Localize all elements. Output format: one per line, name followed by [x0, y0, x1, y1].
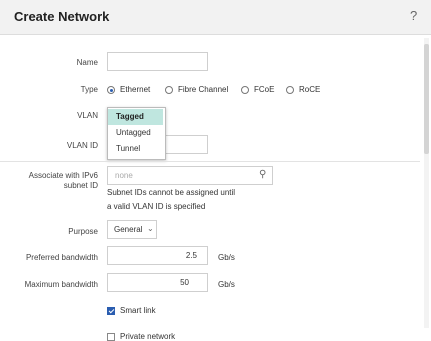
header-divider	[0, 34, 431, 35]
maximum-bandwidth-label: Maximum bandwidth	[24, 280, 98, 289]
purpose-select[interactable]: General ⌄	[107, 220, 157, 239]
type-radio-ethernet[interactable]	[107, 86, 115, 94]
private-network-checkbox[interactable]	[107, 333, 115, 341]
preferred-bandwidth-value: 2.5	[185, 251, 197, 260]
purpose-value: General	[114, 225, 143, 234]
preferred-bandwidth-unit: Gb/s	[218, 253, 235, 262]
vlan-dropdown-menu[interactable]: Tagged Untagged Tunnel	[107, 107, 166, 160]
ipv6-subnet-label: Associate with IPv6 subnet ID	[28, 171, 98, 190]
ipv6-note-line1: Subnet IDs cannot be assigned until	[107, 188, 236, 197]
dialog-header: Create Network ?	[0, 0, 431, 34]
ipv6-subnet-input[interactable]: none ⚲	[107, 166, 273, 185]
private-network-label: Private network	[120, 332, 176, 341]
type-option-roce-label: RoCE	[299, 85, 321, 94]
name-label: Name	[76, 58, 98, 67]
maximum-bandwidth-input[interactable]: 50	[107, 273, 208, 292]
dialog-title: Create Network	[14, 9, 110, 24]
type-radio-fcoe[interactable]	[241, 86, 249, 94]
name-input[interactable]	[107, 52, 208, 71]
vlan-option-untagged[interactable]: Untagged	[108, 125, 163, 141]
type-radio-roce[interactable]	[286, 86, 294, 94]
type-label: Type	[80, 85, 98, 94]
search-icon[interactable]: ⚲	[259, 169, 266, 180]
preferred-bandwidth-label: Preferred bandwidth	[25, 253, 98, 262]
type-option-fcoe-label: FCoE	[254, 85, 275, 94]
vlan-id-label: VLAN ID	[66, 141, 98, 150]
ipv6-note-line2: a valid VLAN ID is specified	[107, 202, 206, 211]
ipv6-subnet-placeholder: none	[115, 171, 133, 180]
type-option-ethernet-label: Ethernet	[120, 85, 151, 94]
type-option-fibre-channel-label: Fibre Channel	[178, 85, 229, 94]
scrollbar-thumb[interactable]	[424, 44, 429, 154]
section-divider	[0, 161, 420, 162]
help-icon[interactable]: ?	[410, 8, 417, 23]
purpose-label: Purpose	[68, 227, 98, 236]
maximum-bandwidth-unit: Gb/s	[218, 280, 235, 289]
maximum-bandwidth-value: 50	[180, 278, 189, 287]
vlan-option-tagged[interactable]: Tagged	[108, 109, 163, 125]
preferred-bandwidth-input[interactable]: 2.5	[107, 246, 208, 265]
chevron-down-icon: ⌄	[147, 224, 154, 233]
vlan-label: VLAN	[77, 111, 98, 120]
vlan-option-tunnel[interactable]: Tunnel	[108, 141, 163, 157]
smart-link-checkbox[interactable]	[107, 307, 115, 315]
type-radio-fibre-channel[interactable]	[165, 86, 173, 94]
smart-link-label: Smart link	[120, 306, 156, 315]
